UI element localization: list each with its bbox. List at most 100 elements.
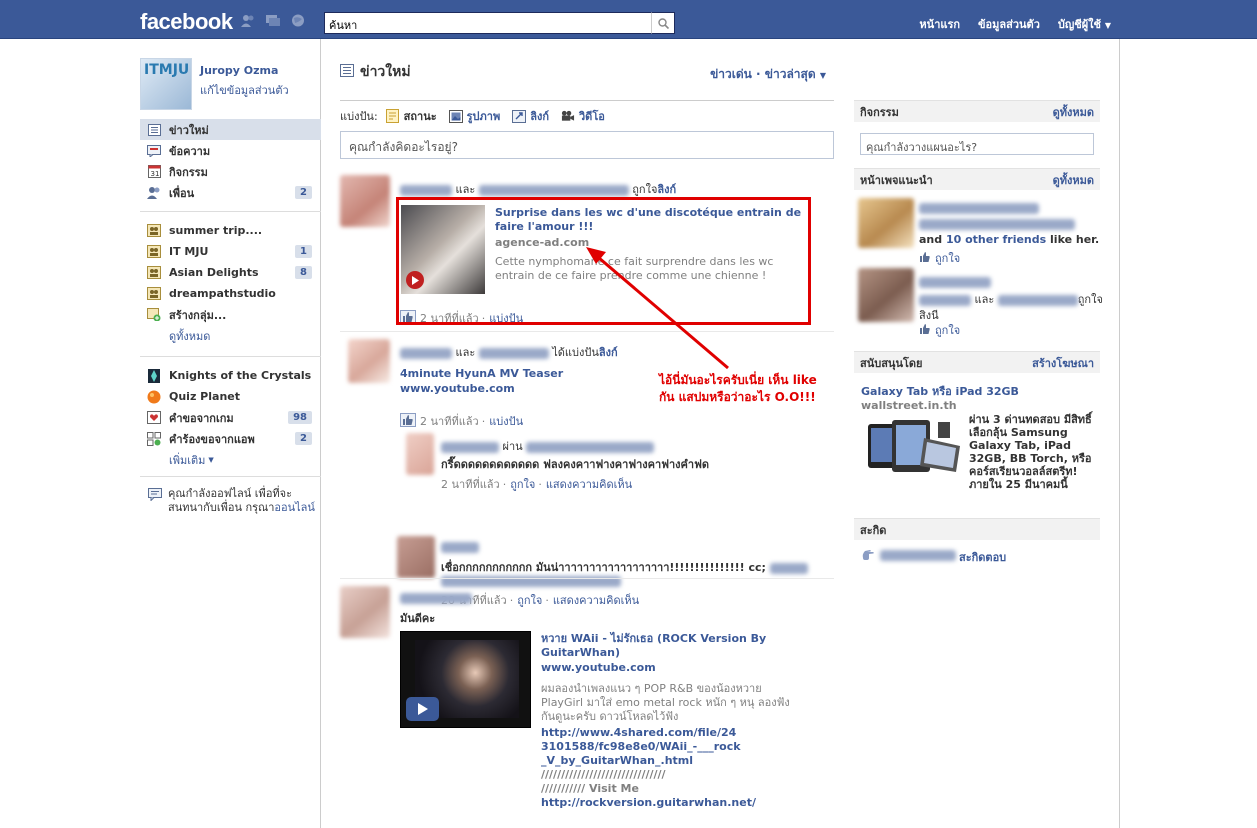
like-page-button[interactable]: ถูกใจ: [919, 321, 960, 339]
more-apps-link[interactable]: เพิ่มเติม ▼: [140, 449, 321, 470]
timestamp[interactable]: 2 นาทีที่แล้ว: [441, 475, 500, 493]
friend-name-blurred[interactable]: [919, 294, 971, 306]
sidebar-item-app[interactable]: Quiz Planet: [140, 386, 321, 407]
comment-headline: ผ่าน: [441, 437, 655, 455]
annotation-arrow: [586, 247, 729, 370]
page-name-blurred[interactable]: [919, 202, 1039, 214]
friend-name-blurred[interactable]: [400, 347, 452, 359]
see-all-events-link[interactable]: ดูทั้งหมด: [1053, 103, 1094, 121]
avatar[interactable]: [406, 433, 434, 475]
divider: [140, 356, 321, 357]
friend-name-blurred[interactable]: [441, 441, 499, 453]
attachment-description: ผมลองนำเพลงแนว ๆ POP R&B ของน้องหวาย Pla…: [541, 682, 790, 723]
search-button[interactable]: [651, 12, 675, 34]
feed-sort-toggle[interactable]: ข่าวเด่น · ข่าวล่าสุด ▼: [710, 65, 826, 84]
avatar[interactable]: [340, 586, 390, 638]
share-photo-option[interactable]: รูปภาพ: [448, 107, 500, 125]
sidebar-item-game-requests[interactable]: คำขอจากเกม 98: [140, 407, 321, 428]
sidebar-item-messages[interactable]: ข้อความ: [140, 140, 321, 161]
share-link[interactable]: แบ่งปัน: [489, 412, 523, 430]
page-title: ข่าวใหม่: [340, 61, 411, 83]
profile-link[interactable]: ข้อมูลส่วนตัว: [978, 15, 1040, 33]
sidebar-item-friends[interactable]: เพื่อน 2: [140, 182, 321, 203]
app-requests-icon: [147, 431, 161, 446]
avatar[interactable]: [397, 536, 435, 578]
attachment-link[interactable]: _V_by_GuitarWhan_.html: [541, 754, 801, 768]
avatar[interactable]: [340, 175, 390, 227]
edit-profile-link[interactable]: แก้ไขข้อมูลส่วนตัว: [200, 81, 289, 99]
sidebar-item-app[interactable]: Knights of the Crystals: [140, 365, 321, 386]
page-name-blurred[interactable]: [919, 276, 991, 288]
top-news-link[interactable]: ข่าวเด่น: [710, 67, 752, 81]
comment-link[interactable]: แสดงความคิดเห็น: [546, 475, 632, 493]
other-friends-link[interactable]: 10 other friends: [946, 233, 1046, 246]
events-header: กิจกรรม ดูทั้งหมด: [854, 100, 1100, 122]
attachment-details: หวาย WAii - ไม่รักเธอ (ROCK Version By G…: [541, 632, 801, 810]
attachment-link[interactable]: http://www.4shared.com/file/24: [541, 726, 801, 740]
friend-requests-icon[interactable]: [241, 14, 255, 27]
friend-name-blurred[interactable]: [526, 441, 655, 453]
ad-title[interactable]: Galaxy Tab หรือ iPad 32GB: [861, 385, 1019, 399]
poke-back-link[interactable]: สะกิดตอบ: [959, 548, 1006, 566]
share-status-option[interactable]: สถานะ: [386, 107, 437, 125]
facebook-logo[interactable]: facebook: [140, 9, 233, 35]
create-ad-link[interactable]: สร้างโฆษณา: [1032, 354, 1094, 372]
sidebar-item-group[interactable]: IT MJU 1: [140, 241, 321, 262]
see-all-groups-link[interactable]: ดูทั้งหมด: [140, 325, 321, 346]
group-count-badge: 8: [295, 266, 312, 279]
messages-jewel-icon[interactable]: [266, 14, 280, 27]
attachment-url[interactable]: www.youtube.com: [541, 661, 801, 675]
sidebar-item-news-feed[interactable]: ข่าวใหม่: [140, 119, 321, 140]
friend-name-blurred[interactable]: [400, 592, 472, 604]
friend-name-blurred[interactable]: [400, 184, 452, 196]
see-all-pages-link[interactable]: ดูทั้งหมด: [1053, 171, 1094, 189]
page-avatar[interactable]: [858, 198, 914, 248]
like-link[interactable]: ถูกใจ: [510, 475, 535, 493]
page-avatar[interactable]: [858, 268, 914, 322]
group-count-badge: 1: [295, 245, 312, 258]
sidebar-item-label: Quiz Planet: [169, 390, 240, 403]
ad-item: Galaxy Tab หรือ iPad 32GB wallstreet.in.…: [858, 385, 1098, 495]
chat-icon: [148, 488, 162, 505]
attachment-details: 4minute HyunA MV Teaser www.youtube.com: [400, 367, 563, 396]
ad-image[interactable]: [866, 418, 962, 478]
home-link[interactable]: หน้าแรก: [919, 15, 960, 33]
friend-name-blurred[interactable]: [478, 184, 629, 196]
profile-name[interactable]: Juropy Ozma: [200, 64, 278, 77]
sidebar-item-label: Knights of the Crystals: [169, 369, 312, 382]
friend-name-blurred[interactable]: [441, 541, 479, 553]
attachment-title[interactable]: 4minute HyunA MV Teaser: [400, 367, 563, 381]
share-video-option[interactable]: วิดีโอ: [561, 107, 605, 125]
friend-name-blurred[interactable]: [478, 347, 549, 359]
link-object[interactable]: ลิงก์: [657, 183, 676, 196]
video-thumbnail[interactable]: [400, 631, 531, 728]
go-online-link[interactable]: ออนไลน์: [274, 501, 315, 514]
most-recent-link[interactable]: ข่าวล่าสุด: [765, 67, 816, 81]
attachment-url[interactable]: www.youtube.com: [400, 382, 563, 396]
friend-name-blurred[interactable]: [769, 562, 808, 574]
like-page-button[interactable]: ถูกใจ: [919, 249, 960, 267]
sidebar-item-group[interactable]: dreampathstudio: [140, 283, 321, 304]
avatar[interactable]: ITMJU: [140, 58, 192, 110]
svg-text:31: 31: [150, 170, 159, 178]
search-input[interactable]: ค้นหา: [324, 12, 652, 34]
event-plan-input[interactable]: คุณกำลังวางแผนอะไร?: [860, 133, 1094, 155]
friend-name-blurred[interactable]: [880, 550, 956, 561]
attachment-link[interactable]: http://rockversion.guitarwhan.net/: [541, 796, 801, 810]
sidebar-item-create-group[interactable]: สร้างกลุ่ม...: [140, 304, 321, 325]
page-name-blurred[interactable]: [919, 218, 1075, 230]
attachment-link[interactable]: 3101588/fc98e8e0/WAii_-___rock: [541, 740, 801, 754]
page-friends-line: and 10 other friends like her.: [919, 233, 1100, 246]
account-menu[interactable]: บัญชีผู้ใช้ ▼: [1058, 15, 1111, 33]
attachment-title[interactable]: หวาย WAii - ไม่รักเธอ (ROCK Version By G…: [541, 632, 801, 660]
sidebar-item-group[interactable]: Asian Delights 8: [140, 262, 321, 283]
sidebar-item-group[interactable]: summer trip....: [140, 220, 321, 241]
notifications-globe-icon[interactable]: [291, 14, 305, 27]
friend-name-blurred[interactable]: [997, 294, 1078, 306]
status-composer-input[interactable]: คุณกำลังคิดอะไรอยู่?: [340, 131, 834, 159]
avatar[interactable]: [348, 339, 390, 383]
timestamp[interactable]: 2 นาทีที่แล้ว: [420, 412, 479, 430]
share-link-option[interactable]: ลิงก์: [512, 107, 549, 125]
sidebar-item-app-requests[interactable]: คำร้องขอจากแอพ 2: [140, 428, 321, 449]
sidebar-item-events[interactable]: 31 กิจกรรม: [140, 161, 321, 182]
